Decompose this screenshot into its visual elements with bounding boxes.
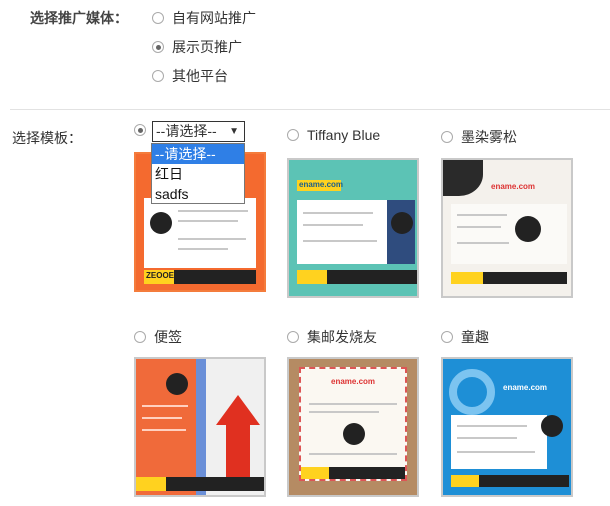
thumb-avatar [391, 212, 413, 234]
dropdown-option[interactable]: --请选择-- [152, 144, 244, 164]
thumb-line [457, 242, 509, 244]
radio-own-site[interactable] [152, 12, 164, 24]
thumb-arrow-stem [226, 423, 250, 479]
thumb-line [457, 451, 535, 453]
radio-other[interactable] [152, 70, 164, 82]
thumb-arrow [216, 395, 260, 425]
template-option-1[interactable] [134, 124, 154, 136]
thumb-line [178, 220, 238, 222]
thumb-line [309, 403, 397, 405]
thumb-line [309, 411, 379, 413]
template-option-label: 便签 [154, 329, 182, 345]
template-option-label: 集邮发烧友 [307, 329, 377, 345]
thumb-line [303, 240, 377, 242]
radio-template-ink[interactable] [441, 131, 453, 143]
thumb-line [178, 210, 248, 212]
media-option-showcase[interactable]: 展示页推广 [152, 37, 242, 57]
thumb-line [303, 212, 373, 214]
template-option-label: 童趣 [461, 329, 489, 345]
thumb-card [451, 415, 547, 469]
thumb-blue-strip [196, 359, 206, 495]
template-option-note[interactable]: 便签 [134, 327, 182, 347]
template-thumb-stamp[interactable]: ename.com [287, 357, 419, 497]
thumb-ink-splash [443, 160, 483, 196]
thumb-line [309, 453, 397, 455]
media-option-other[interactable]: 其他平台 [152, 66, 228, 86]
radio-template-stamp[interactable] [287, 331, 299, 343]
thumb-brand-strip [301, 467, 329, 479]
thumb-line [178, 238, 246, 240]
thumb-brand-strip [451, 475, 479, 487]
media-option-label: 自有网站推广 [172, 10, 256, 26]
thumb-line [142, 429, 186, 431]
template-select[interactable]: --请选择-- ▼ [152, 121, 245, 142]
thumb-brand-strip [136, 477, 166, 491]
thumb-line [303, 224, 363, 226]
thumb-line [142, 405, 188, 407]
thumb-footer [483, 272, 567, 284]
thumb-line [457, 226, 501, 228]
template-option-stamp[interactable]: 集邮发烧友 [287, 327, 377, 347]
radio-showcase[interactable] [152, 41, 164, 53]
media-option-label: 其他平台 [172, 68, 228, 84]
thumb-brand: ZEOOE [146, 271, 175, 280]
template-thumb-ink[interactable]: ename.com [441, 158, 573, 298]
template-option-label: 墨染雾松 [461, 129, 517, 145]
template-option-kids[interactable]: 童趣 [441, 327, 489, 347]
template-option-tiffany[interactable]: Tiffany Blue [287, 127, 380, 143]
thumb-avatar [515, 216, 541, 242]
media-label: 选择推广媒体： [30, 10, 128, 26]
template-option-label: Tiffany Blue [307, 127, 381, 143]
radio-template-1[interactable] [134, 124, 146, 136]
template-thumb-note[interactable] [134, 357, 266, 497]
thumb-brand-strip [297, 270, 327, 284]
thumb-domain: ename.com [331, 377, 376, 386]
radio-template-note[interactable] [134, 331, 146, 343]
template-thumb-tiffany[interactable]: ename.com [287, 158, 419, 298]
thumb-domain: ename.com [491, 182, 536, 191]
thumb-card [297, 200, 387, 264]
thumb-domain: ename.com [503, 383, 548, 392]
thumb-card [451, 204, 567, 264]
template-select-dropdown[interactable]: --请选择-- 红日 sadfs [151, 143, 245, 204]
section-divider [10, 109, 610, 110]
thumb-domain: ename.com [299, 180, 344, 189]
template-option-ink[interactable]: 墨染雾松 [441, 127, 517, 147]
radio-template-tiffany[interactable] [287, 129, 299, 141]
template-label: 选择模板： [12, 130, 82, 146]
thumb-big-e [449, 369, 495, 415]
thumb-avatar [166, 373, 188, 395]
thumb-line [457, 214, 507, 216]
thumb-avatar [343, 423, 365, 445]
thumb-avatar [541, 415, 563, 437]
dropdown-option[interactable]: 红日 [152, 164, 244, 184]
thumb-line [142, 417, 182, 419]
thumb-line [457, 437, 517, 439]
dropdown-option[interactable]: sadfs [152, 184, 244, 204]
media-option-label: 展示页推广 [172, 39, 242, 55]
radio-template-kids[interactable] [441, 331, 453, 343]
thumb-avatar [150, 212, 172, 234]
template-thumb-kids[interactable]: ename.com [441, 357, 573, 497]
thumb-line [457, 425, 527, 427]
media-option-own-site[interactable]: 自有网站推广 [152, 8, 256, 28]
chevron-down-icon[interactable]: ▼ [229, 122, 239, 141]
template-select-value: --请选择-- [156, 123, 217, 139]
thumb-line [178, 248, 228, 250]
